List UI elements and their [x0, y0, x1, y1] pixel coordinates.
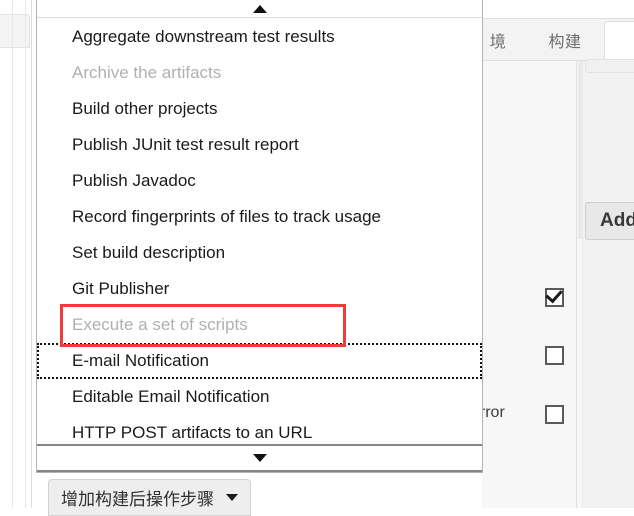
- dropdown-item[interactable]: Publish JUnit test result report: [37, 127, 482, 163]
- post-build-action-dropdown[interactable]: Aggregate downstream test results Archive…: [36, 0, 483, 473]
- checkbox-2[interactable]: [545, 346, 564, 365]
- vertical-divider-1: [576, 61, 577, 508]
- check-icon: [545, 285, 563, 304]
- dropdown-item: Archive the artifacts: [72, 63, 222, 82]
- dropdown-item[interactable]: Editable Email Notification: [37, 379, 482, 415]
- add-button-label: Add: [600, 210, 634, 231]
- dropdown-item[interactable]: Build other projects: [37, 91, 482, 127]
- checkbox-3[interactable]: [545, 405, 564, 424]
- dropdown-menu-list[interactable]: Aggregate downstream test results Archive…: [37, 19, 482, 444]
- tab-environment-label: 境: [489, 33, 507, 51]
- caret-down-icon: [226, 494, 238, 501]
- left-gutter-line-1: [12, 0, 13, 508]
- scroll-down-button[interactable]: [37, 444, 482, 472]
- left-gutter-line-2: [25, 0, 26, 508]
- checkbox-1[interactable]: [545, 285, 564, 307]
- tab-active[interactable]: [604, 21, 634, 63]
- dropdown-item[interactable]: HTTP POST artifacts to an URL: [37, 415, 482, 444]
- scroll-up-button[interactable]: [37, 0, 482, 18]
- tab-environment[interactable]: 境: [478, 19, 518, 60]
- dropdown-item[interactable]: E-mail Notification: [37, 343, 482, 379]
- triangle-down-icon: [252, 454, 267, 462]
- dropdown-item[interactable]: Git Publisher: [37, 271, 482, 307]
- dropdown-item[interactable]: Aggregate downstream test results: [37, 19, 482, 55]
- toolbar-strip: [585, 59, 634, 73]
- add-post-build-step-button[interactable]: 增加构建后操作步骤: [48, 479, 251, 516]
- background-main-area: Add: [482, 59, 634, 508]
- dropdown-item[interactable]: Publish Javadoc: [37, 163, 482, 199]
- left-gutter-line-3: [31, 0, 32, 508]
- right-column-panel: [583, 61, 634, 508]
- triangle-up-icon: [252, 4, 267, 13]
- tab-build-label: 构建: [548, 33, 582, 51]
- dropdown-item: Execute a set of scripts: [72, 315, 248, 334]
- tab-build[interactable]: 构建: [540, 19, 590, 60]
- dropdown-item[interactable]: Set build description: [37, 235, 482, 271]
- add-button[interactable]: Add: [585, 202, 634, 240]
- add-post-build-step-label: 增加构建后操作步骤: [61, 490, 214, 509]
- dropdown-item[interactable]: Record fingerprints of files to track us…: [37, 199, 482, 235]
- config-tab-strip: 境 构建: [482, 18, 634, 63]
